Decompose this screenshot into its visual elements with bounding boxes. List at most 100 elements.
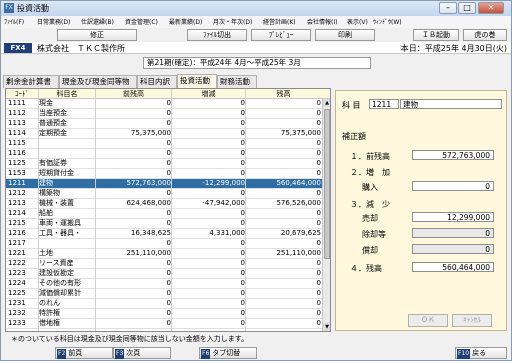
table-row[interactable]: 1112 当座預金 0 0 0 <box>6 109 322 119</box>
table-row[interactable]: 1216 工具・器具・ 16,348,625 4,331,000 20,679,625 <box>6 229 322 239</box>
menu-monthly[interactable]: 月次・年次(D) <box>213 17 252 26</box>
table-row[interactable]: 1215 車両・運搬具 0 0 0 <box>6 219 322 229</box>
menu-company[interactable]: 会社情報(I) <box>307 17 337 26</box>
table-row[interactable]: 1233 借地権 0 0 0 <box>6 319 322 329</box>
table-row[interactable]: 1222 リース資産 0 0 0 <box>6 259 322 269</box>
table-row[interactable]: 1232 特許権 0 0 0 <box>6 309 322 319</box>
tab-switch-button[interactable]: F6 タブ切替 <box>199 347 257 359</box>
prev-balance-field: 572,763,000 <box>412 150 494 160</box>
minimize-button[interactable]: – <box>439 2 457 14</box>
table-row[interactable]: 1115 0 0 0 <box>6 139 322 149</box>
menu-file[interactable]: ﾌｧｲﾙ(F) <box>4 17 24 26</box>
cell-bal: 0 <box>316 289 321 297</box>
cell-prev: 572,763,000 <box>126 179 171 187</box>
menu-window[interactable]: ｳｨﾝﾄﾞｳ(W) <box>373 17 402 26</box>
menu-daily[interactable]: 日常業務(D) <box>37 17 70 26</box>
scroll-up-icon[interactable]: ▲ <box>323 99 330 107</box>
toolbar: 修正 ﾌｧｲﾙ切出 ﾌﾟﾚﾋﾞｭｰ 印刷 ＩＢ起動 虎の巻 <box>1 28 511 42</box>
menu-plan[interactable]: 経営計画(K) <box>263 17 296 26</box>
table-row[interactable]: 1111 現金 0 0 0 <box>6 99 322 109</box>
tab-cash-equivalents[interactable]: 現金及び現金同等物 <box>59 75 137 88</box>
table-row[interactable]: 1212 構築物 0 0 0 <box>6 189 322 199</box>
cell-change: 0 <box>240 169 245 177</box>
cell-prev: 251,110,000 <box>126 249 171 257</box>
table-row[interactable]: 1114 定期預金 75,375,000 0 75,375,000 <box>6 129 322 139</box>
cell-change: 0 <box>240 149 245 157</box>
cell-code: 1113 <box>8 119 26 127</box>
table-row[interactable]: 1231 のれん 0 0 0 <box>6 299 322 309</box>
table-row[interactable]: 1224 その他の有形 0 0 0 <box>6 279 322 289</box>
cell-bal: 0 <box>316 119 321 127</box>
cell-bal: 0 <box>316 139 321 147</box>
footer-note: ＊のついている科目は現金及び現金同等物に該当しない金額を入力します。 <box>11 335 249 343</box>
cell-code: 1232 <box>8 309 26 317</box>
back-button[interactable]: F10 戻る <box>455 347 507 359</box>
cell-bal: 20,679,625 <box>280 229 321 237</box>
disposal-field: 0 <box>412 228 494 238</box>
tab-investing[interactable]: 投資活動 <box>177 74 217 88</box>
title-bar: FX 投資活動 – □ ✕ <box>1 1 511 16</box>
cell-change: 0 <box>240 279 245 287</box>
cell-name: 借地権 <box>39 319 60 327</box>
cell-change: 0 <box>240 159 245 167</box>
print-button[interactable]: 印刷 <box>315 29 375 41</box>
cell-prev: 0 <box>166 279 171 287</box>
menu-journal[interactable]: 仕訳還繰(B) <box>81 17 114 26</box>
fix-button[interactable]: 修正 <box>57 29 137 41</box>
table-row[interactable]: 1225 減価償却累計 0 0 0 <box>6 289 322 299</box>
cell-name: 減価償却累計 <box>39 289 81 297</box>
cancel-button[interactable]: ｷｬﾝｾﾙ <box>452 314 492 327</box>
cell-prev: 0 <box>166 309 171 317</box>
cell-prev: 0 <box>166 189 171 197</box>
f10-key-icon: F10 <box>457 349 471 359</box>
table-row[interactable]: 1214 船舶 0 0 0 <box>6 209 322 219</box>
tora-button[interactable]: 虎の巻 <box>463 29 507 41</box>
table-row[interactable]: 1113 普通預金 0 0 0 <box>6 119 322 129</box>
tab-account-detail[interactable]: 科目内訳 <box>137 75 177 88</box>
table-row[interactable]: 1211 建物 572,763,000 -12,299,000 560,464,000 <box>6 179 322 189</box>
prev-page-button[interactable]: F2 前頁 <box>55 347 113 359</box>
cell-code: 1221 <box>8 249 26 257</box>
grid-scrollbar[interactable]: ▲ ▼ <box>322 99 330 331</box>
purchase-field[interactable]: 0 <box>412 181 494 191</box>
menu-funds[interactable]: 資金管理(C) <box>125 17 158 26</box>
cell-code: 1213 <box>8 199 26 207</box>
ok-button[interactable]: ＯＫ <box>408 314 448 327</box>
tab-surplus[interactable]: 剰余金計算書 <box>3 75 59 88</box>
table-row[interactable]: 1125 有価証券 0 0 0 <box>6 159 322 169</box>
table-row[interactable]: 1221 土地 251,110,000 0 251,110,000 <box>6 249 322 259</box>
close-button[interactable]: ✕ <box>478 2 504 14</box>
ib-launch-button[interactable]: ＩＢ起動 <box>413 29 459 41</box>
table-row[interactable]: 1213 機械・装置 624,468,000 -47,942,000 576,526,0… <box>6 199 322 209</box>
file-out-button[interactable]: ﾌｧｲﾙ切出 <box>187 29 247 41</box>
next-page-button[interactable]: F3 次頁 <box>113 347 171 359</box>
grid-header: ｺｰﾄﾞ 科目名 前残高 増減 残高 <box>6 89 330 99</box>
cell-code: 1217 <box>8 239 26 247</box>
cell-bal: 0 <box>316 149 321 157</box>
tab-financing[interactable]: 財務活動 <box>217 75 257 88</box>
table-row[interactable]: 1223 建設仮勘定 0 0 0 <box>6 269 322 279</box>
table-row[interactable]: 1153 短期貸付金 0 0 0 <box>6 169 322 179</box>
scroll-down-icon[interactable]: ▼ <box>323 323 330 331</box>
cell-code: 1115 <box>8 139 26 147</box>
menu-results[interactable]: 最新業績(D) <box>169 17 202 26</box>
cell-change: 4,331,000 <box>209 229 245 237</box>
cell-change: 0 <box>240 129 245 137</box>
maximize-button[interactable]: □ <box>458 2 476 14</box>
preview-button[interactable]: ﾌﾟﾚﾋﾞｭｰ <box>251 29 311 41</box>
accounts-grid[interactable]: ｺｰﾄﾞ 科目名 前残高 増減 残高 1111 現金 0 0 0 1112 当座預金 0 0 0 1… <box>5 88 331 332</box>
company-bar: FX4 株式会社 ＴＫＣ製作所 本日：平成25年 4月30日(火) <box>1 42 511 54</box>
menu-view[interactable]: 表示(V) <box>347 17 368 26</box>
prev-page-label: 前頁 <box>68 349 83 357</box>
scroll-thumb[interactable] <box>324 109 330 259</box>
cell-change: -12,299,000 <box>202 179 245 187</box>
cell-bal: 0 <box>316 239 321 247</box>
prev-balance-label: １．前残高 <box>350 152 390 161</box>
cell-change: 0 <box>240 299 245 307</box>
sale-field[interactable]: 12,299,000 <box>412 212 494 222</box>
cell-prev: 0 <box>166 99 171 107</box>
table-row[interactable]: 1217 0 0 0 <box>6 239 322 249</box>
table-row[interactable]: 1116 0 0 0 <box>6 149 322 159</box>
menu-bar: ﾌｧｲﾙ(F) 日常業務(D) 仕訳還繰(B) 資金管理(C) 最新業績(D) … <box>1 16 511 28</box>
cell-bal: 0 <box>316 109 321 117</box>
